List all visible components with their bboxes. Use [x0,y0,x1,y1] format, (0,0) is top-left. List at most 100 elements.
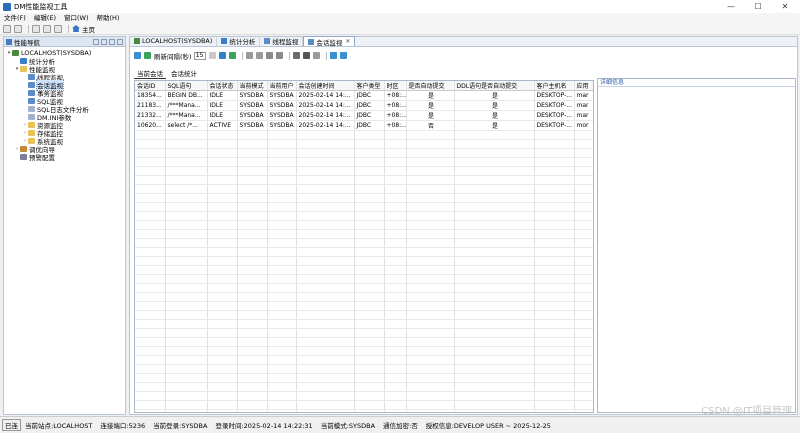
table-cell [165,166,208,176]
table-cell [207,148,238,158]
undo-icon[interactable] [32,24,40,33]
table-cell [267,202,297,212]
minimize-button[interactable]: — [718,0,744,13]
table-cell [406,310,455,320]
settings-icon[interactable] [339,52,347,59]
column-header[interactable]: DDL语句是否自动提交 [454,81,535,91]
filter-icon[interactable] [134,52,141,59]
tree-item[interactable]: ▾ LOCALHOST(SYSDBA) [4,49,125,57]
table-cell [406,364,455,374]
table-view-icon[interactable] [255,52,263,59]
menu-window[interactable]: 窗口(W) [60,13,93,23]
table-cell: 是 [454,100,535,111]
link-editor-icon[interactable] [101,38,107,45]
subtab-current-sessions[interactable]: 当前会话 [134,68,166,79]
table-cell [165,274,208,284]
column-header[interactable]: 会话创建时间 [296,81,355,91]
menu-file[interactable]: 文件(F) [0,13,30,23]
column-header[interactable]: 当前用户 [267,81,297,91]
subtab-session-stats[interactable]: 会话统计 [168,68,200,78]
table-cell [135,346,166,356]
table-cell [454,301,535,311]
column-header[interactable]: SQL语句 [165,81,208,91]
column-header[interactable]: 时区 [384,81,407,91]
maximize-panel-icon[interactable] [117,38,123,45]
table-cell [354,256,385,266]
tab-statistics[interactable]: 统计分析 [217,36,261,46]
column-header[interactable]: 客户主机名 [534,81,575,91]
new-icon[interactable] [3,24,11,33]
table-cell [267,328,297,338]
table-cell [534,130,575,140]
tab-close-icon[interactable]: ✕ [345,38,350,45]
table-cell [237,256,268,266]
tree-item[interactable]: › 存储监控 [4,129,125,138]
tab-thread-monitor[interactable]: 线程监视 [260,36,304,46]
table-cell [454,283,535,293]
tree-item[interactable]: 线程监视 [4,73,125,82]
column-header[interactable]: 会话ID [135,81,166,91]
empty-table-row [135,130,593,140]
kill-session-icon[interactable] [302,52,310,59]
table-cell [267,346,297,356]
table-cell [135,139,166,149]
tree-item[interactable]: 统计分析 [4,57,125,66]
table-cell [574,220,593,230]
refresh-interval-spinner[interactable]: 15 [193,51,206,60]
table-cell [207,391,238,401]
table-row[interactable]: 18354... BEGIN DB... IDLE SYSDBA SYSDBA 2025-… [135,90,593,101]
column-header[interactable]: 会话状态 [207,81,238,91]
tree-item[interactable]: › 资源监控 [4,121,125,130]
collapse-all-icon[interactable] [93,38,99,45]
table-cell: 是 [406,100,455,111]
tree-item[interactable]: ▾ 性能监视 [4,65,125,74]
table-row[interactable]: 21183.../***Mana... IDLE SYSDBA SYSDBA 2025-… [135,100,593,111]
home-button[interactable]: 主页 [72,24,95,34]
tree-item[interactable]: 事务监视 [4,89,125,98]
table-row[interactable]: 21332.../***Mana... IDLE SYSDBA SYSDBA 2025-… [135,110,593,121]
stop-icon[interactable] [292,52,300,59]
table-cell [454,364,535,374]
tab-session-monitor[interactable]: 会话监视 ✕ [303,36,356,47]
spinner-arrow-icon[interactable] [208,52,216,59]
table-cell [454,319,535,329]
clear-icon[interactable] [312,52,320,59]
menu-edit[interactable]: 编辑(E) [30,13,60,23]
table-cell [207,409,238,412]
column-header[interactable]: 是否自动提交 [406,81,455,91]
list-view-icon[interactable] [265,52,273,59]
table-cell [406,337,455,347]
tab-localhost[interactable]: LOCALHOST(SYSDBA) [130,36,218,46]
close-button[interactable]: ✕ [772,0,798,13]
table-cell: DESKTOP-... [534,110,575,121]
maximize-button[interactable]: ☐ [745,0,771,13]
apply-icon[interactable] [218,52,226,59]
tree-item[interactable]: DM.INI参数 [4,113,125,122]
paste-icon[interactable] [54,24,62,33]
start-icon[interactable] [228,52,236,59]
column-header[interactable]: 应用 [574,81,593,91]
menu-help[interactable]: 帮助(H) [93,13,124,23]
tree-item[interactable]: 预警配置 [4,153,125,162]
table-cell [207,319,238,329]
tree-item[interactable]: › 系统监视 [4,137,125,146]
table-cell [207,184,238,194]
table-cell [135,373,166,383]
copy-icon[interactable] [43,24,51,33]
table-cell [354,184,385,194]
table-row[interactable]: 10620... select /*... ACTIVE SYSDBA SYSDBA 20… [135,120,593,131]
export-icon[interactable] [329,52,337,59]
grid-view-icon[interactable] [245,52,253,59]
column-header[interactable]: 客户类型 [354,81,385,91]
tree-item[interactable]: › 调优向导 [4,145,125,154]
column-header[interactable]: 当前模式 [237,81,268,91]
table-cell [534,355,575,365]
tree-item[interactable]: 会话监视 [4,79,125,91]
table-cell: 是 [454,110,535,121]
refresh-icon[interactable] [144,52,151,59]
table-cell [534,283,575,293]
minimize-panel-icon[interactable] [109,38,115,45]
table-cell [165,265,208,275]
save-icon[interactable] [14,24,22,33]
detail-view-icon[interactable] [275,52,283,59]
